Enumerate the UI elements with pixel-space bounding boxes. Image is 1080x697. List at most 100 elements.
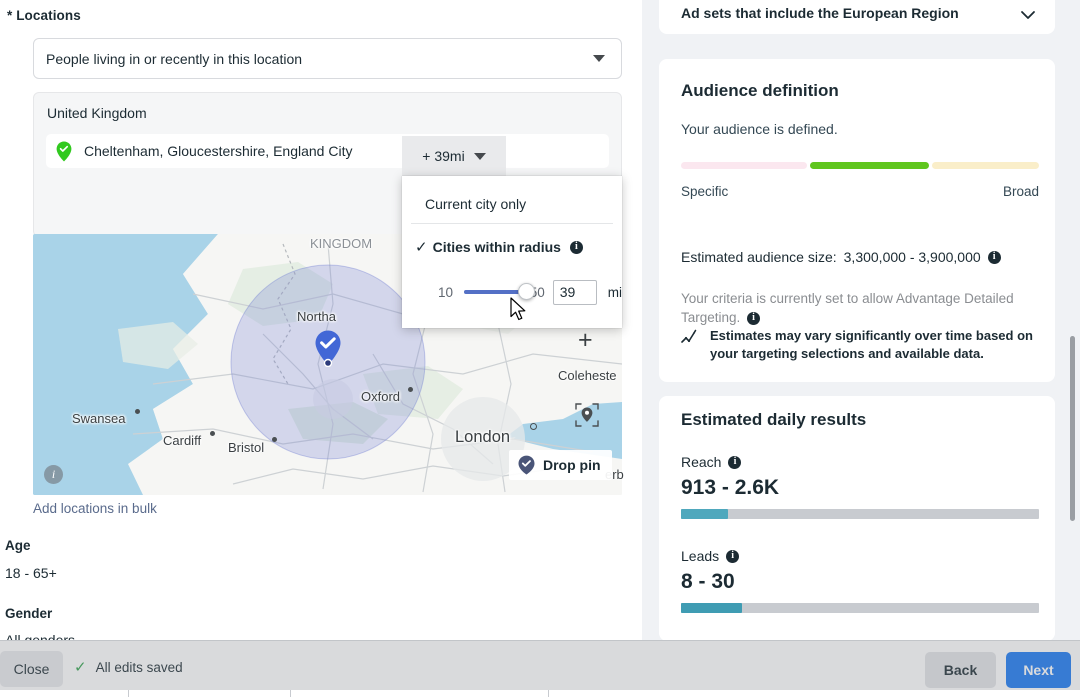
- radius-dropdown-menu: Current city only ✓ Cities within radius…: [402, 176, 622, 328]
- leads-metric-fill: [681, 603, 742, 613]
- reach-metric-value: 913 - 2.6K: [681, 476, 780, 499]
- check-icon: ✓: [415, 238, 428, 256]
- chevron-down-icon: [593, 55, 605, 62]
- map-label: Bristol: [228, 440, 265, 455]
- menu-item-label: Cities within radius: [432, 239, 561, 255]
- map-label: Oxford: [361, 389, 401, 404]
- map-city-dot: [408, 387, 413, 392]
- menu-item-current-city-only[interactable]: Current city only: [402, 186, 622, 222]
- reach-metric-fill: [681, 509, 728, 519]
- location-pin-check-icon: [56, 141, 72, 162]
- estimated-daily-results-title: Estimated daily results: [681, 410, 867, 429]
- radius-slider-thumb[interactable]: [518, 283, 536, 300]
- estimates-right-panel: Ad sets that include the European Region…: [642, 0, 1080, 640]
- age-value: 18 - 65+: [5, 565, 57, 581]
- audience-criteria-note: Your criteria is currently set to allow …: [681, 289, 1027, 327]
- map-pin-check-icon: [313, 329, 343, 368]
- locations-section-label: * Locations: [7, 8, 81, 23]
- audience-scale-right-label: Broad: [1002, 184, 1039, 199]
- info-icon[interactable]: i: [747, 311, 761, 325]
- audience-criteria-text: Your criteria is currently set to allow …: [681, 291, 1014, 325]
- estimates-disclaimer-text: Estimates may vary significantly over ti…: [710, 328, 1033, 361]
- back-button[interactable]: Back: [925, 652, 996, 688]
- radius-unit-label: mi: [607, 284, 622, 300]
- add-locations-bulk-link[interactable]: Add locations in bulk: [33, 501, 157, 516]
- next-button[interactable]: Next: [1006, 652, 1071, 688]
- city-chip-row[interactable]: Cheltenham, Gloucestershire, England Cit…: [46, 134, 609, 168]
- leads-metric-bar: [681, 603, 1039, 613]
- menu-item-cities-within-radius[interactable]: ✓ Cities within radius i: [402, 232, 622, 262]
- map-info-icon[interactable]: i: [44, 465, 63, 484]
- radius-button-label: + 39mi: [422, 148, 465, 164]
- location-type-select[interactable]: People living in or recently in this loc…: [33, 38, 622, 79]
- leads-metric-value: 8 - 30: [681, 570, 735, 593]
- drop-pin-icon: [518, 455, 535, 475]
- scrollbar-thumb[interactable]: [1070, 336, 1075, 521]
- info-icon[interactable]: i: [987, 250, 1001, 264]
- location-type-value: People living in or recently in this loc…: [46, 50, 303, 67]
- map-label: London: [455, 428, 511, 446]
- metric-label-text: Leads: [681, 548, 720, 564]
- menu-item-label: Current city only: [425, 196, 527, 212]
- age-heading: Age: [5, 538, 31, 553]
- vertical-scrollbar[interactable]: [1070, 0, 1078, 640]
- ads-manager-screen: * Locations People living in or recently…: [0, 0, 1080, 697]
- audience-scale-segment-active: [810, 162, 929, 169]
- adsets-card-title: Ad sets that include the European Region: [681, 5, 959, 21]
- radius-dropdown-button[interactable]: + 39mi: [402, 136, 506, 176]
- crosshair-locate-icon[interactable]: [574, 402, 600, 428]
- city-chip-label: Cheltenham, Gloucestershire, England Cit…: [84, 143, 353, 159]
- trend-line-icon: [681, 329, 697, 343]
- audience-scale-left-label: Specific: [681, 184, 729, 199]
- map-label: KINGDOM: [310, 236, 373, 251]
- map-label: Swansea: [72, 411, 126, 426]
- map-label: Coleheste: [558, 368, 617, 383]
- map-capital-ring: [530, 423, 537, 430]
- info-icon[interactable]: i: [726, 549, 740, 563]
- map-label: Northa: [297, 309, 337, 324]
- slider-min-label: 10: [438, 284, 454, 300]
- info-icon[interactable]: i: [569, 240, 583, 254]
- drop-pin-button[interactable]: Drop pin: [509, 450, 612, 480]
- audience-definition-card: Audience definition Your audience is def…: [659, 59, 1055, 382]
- strip-divider: [290, 690, 291, 697]
- strip-divider: [128, 690, 129, 697]
- audience-scale-segment: [931, 162, 1039, 169]
- map-label: Cardiff: [163, 433, 202, 448]
- reach-metric-bar: [681, 509, 1039, 519]
- map-city-dot: [210, 431, 215, 436]
- adsets-card[interactable]: Ad sets that include the European Region: [659, 0, 1055, 34]
- info-icon[interactable]: i: [728, 455, 742, 469]
- radius-slider-track[interactable]: [464, 283, 536, 300]
- page-bottom-strip: [0, 690, 1080, 697]
- estimated-audience-size-label: Estimated audience size:: [681, 249, 837, 265]
- audience-definition-title: Audience definition: [681, 81, 839, 100]
- audience-scale-bars: [681, 162, 1039, 169]
- gender-value: All genders: [5, 632, 76, 640]
- estimated-audience-size-row: Estimated audience size: 3,300,000 - 3,9…: [681, 249, 1001, 265]
- reach-metric-label: Reach i: [681, 454, 742, 470]
- audience-scale-segment: [681, 162, 808, 169]
- save-status: ✓ All edits saved: [74, 660, 183, 675]
- chevron-down-icon: [473, 152, 486, 160]
- radius-slider-row: 10 50 mi: [402, 272, 622, 312]
- leads-metric-label: Leads i: [681, 548, 740, 564]
- drop-pin-label: Drop pin: [543, 457, 601, 473]
- estimates-disclaimer-row: Estimates may vary significantly over ti…: [681, 327, 1039, 363]
- map-city-dot: [135, 409, 140, 414]
- radius-value-input[interactable]: [552, 279, 597, 305]
- check-icon: ✓: [74, 659, 87, 676]
- bottom-action-bar: Close ✓ All edits saved Back Next: [0, 640, 1080, 697]
- map-zoom-in-button[interactable]: +: [578, 326, 593, 355]
- strip-divider: [548, 690, 549, 697]
- gender-heading: Gender: [5, 606, 53, 621]
- metric-label-text: Reach: [681, 454, 722, 470]
- audience-definition-subtitle: Your audience is defined.: [681, 121, 838, 137]
- estimated-audience-size-value: 3,300,000 - 3,900,000: [843, 249, 981, 265]
- save-status-text: All edits saved: [95, 660, 183, 675]
- menu-divider: [411, 223, 613, 224]
- country-title: United Kingdom: [47, 105, 147, 121]
- estimated-daily-results-card: Estimated daily results Reach i 913 - 2.…: [659, 396, 1055, 640]
- chevron-down-icon[interactable]: [1019, 6, 1037, 24]
- close-button[interactable]: Close: [0, 651, 63, 687]
